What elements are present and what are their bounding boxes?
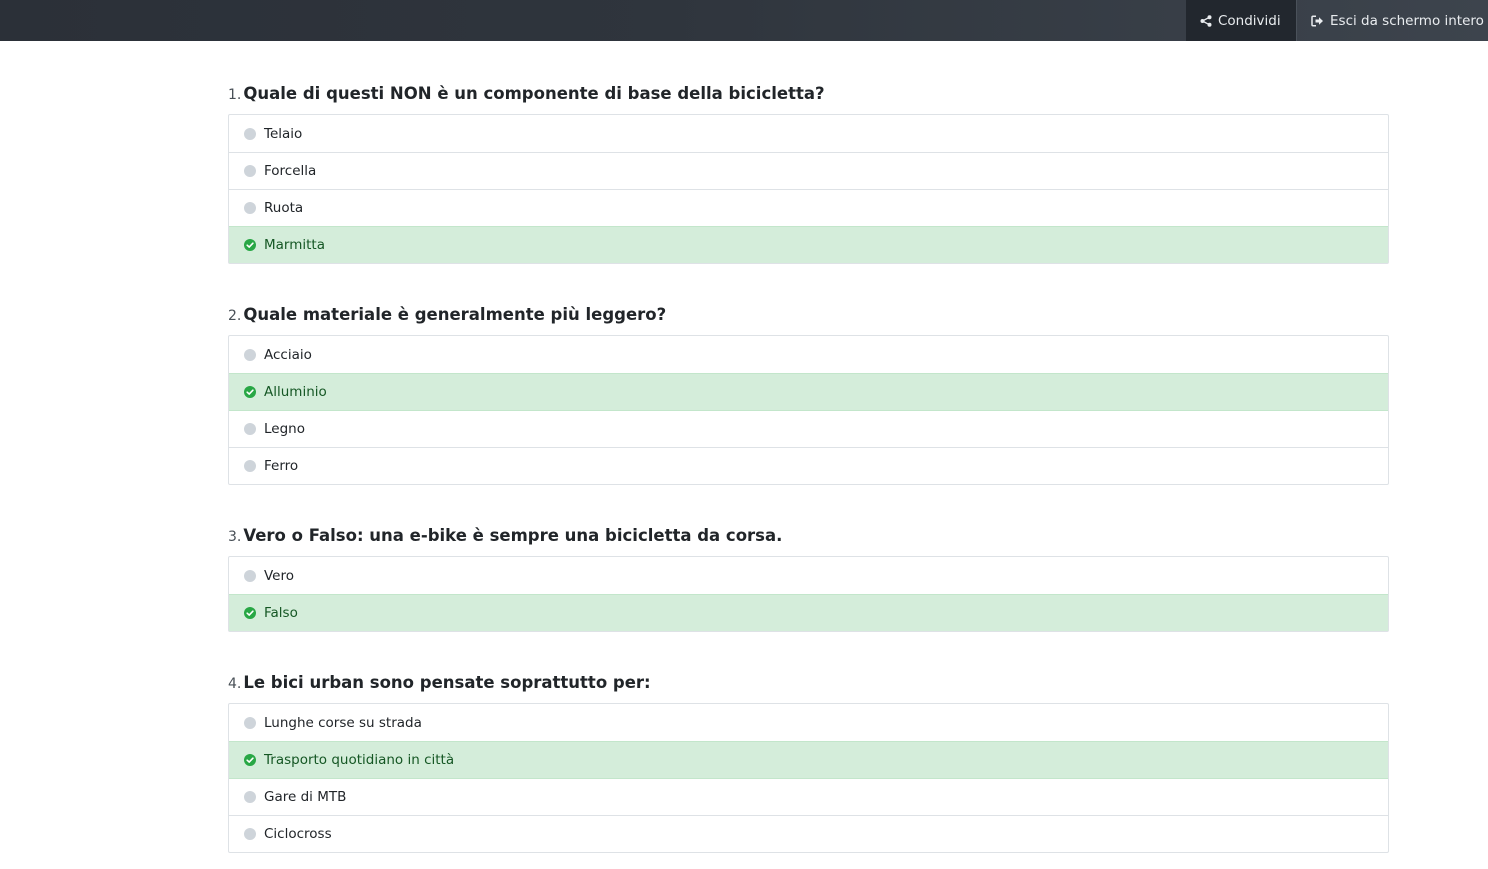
answer-list: Lunghe corse su strada Trasporto quotidia… [228, 703, 1389, 853]
answer-option-correct[interactable]: Marmitta [229, 226, 1388, 263]
radio-circle-icon [244, 791, 256, 803]
check-circle-icon [244, 607, 256, 619]
answer-label: Trasporto quotidiano in città [264, 752, 455, 768]
radio-circle-icon [244, 165, 256, 177]
answer-label: Telaio [264, 125, 303, 142]
answer-option[interactable]: Gare di MTB [229, 778, 1388, 815]
answer-label: Acciaio [264, 346, 312, 363]
answer-list: Acciaio Alluminio Legno Ferro [228, 335, 1389, 485]
question-title: 1. Quale di questi NON è un componente di… [228, 82, 1389, 106]
answer-label: Marmitta [264, 237, 325, 253]
answer-option-correct[interactable]: Alluminio [229, 373, 1388, 410]
answer-label: Gare di MTB [264, 789, 347, 805]
answer-option[interactable]: Legno [229, 410, 1388, 447]
answer-label: Legno [264, 421, 305, 437]
answer-option[interactable]: Forcella [229, 152, 1388, 189]
answer-option[interactable]: Vero [229, 557, 1388, 594]
sign-out-icon [1311, 14, 1323, 27]
answer-list: Telaio Forcella Ruota Marmitta [228, 114, 1389, 264]
answer-option-correct[interactable]: Trasporto quotidiano in città [229, 741, 1388, 778]
question-1: 1. Quale di questi NON è un componente di… [228, 82, 1389, 264]
check-circle-icon [244, 386, 256, 398]
top-bar-actions: Condividi Esci da schermo intero [1186, 0, 1488, 41]
answer-option[interactable]: Telaio [229, 115, 1388, 152]
exit-fullscreen-button[interactable]: Esci da schermo intero [1296, 0, 1488, 41]
radio-circle-icon [244, 828, 256, 840]
top-bar: Condividi Esci da schermo intero [0, 0, 1488, 41]
answer-list: Vero Falso [228, 556, 1389, 632]
radio-circle-icon [244, 127, 256, 140]
question-number: 2. [228, 308, 242, 324]
question-title: 3. Vero o Falso: una e-bike è sempre una … [228, 524, 1389, 548]
answer-label: Ruota [264, 200, 304, 216]
question-2: 2. Quale materiale è generalmente più leg… [228, 303, 1389, 485]
answer-label: Falso [264, 605, 298, 621]
radio-circle-icon [244, 202, 256, 214]
radio-circle-icon [244, 348, 256, 361]
radio-circle-icon [244, 569, 256, 582]
question-text: Le bici urban sono pensate soprattutto p… [243, 673, 651, 692]
question-text: Quale di questi NON è un componente di b… [243, 84, 825, 103]
question-4: 4. Le bici urban sono pensate soprattutto… [228, 671, 1389, 853]
question-number: 1. [228, 87, 242, 103]
answer-label: Lunghe corse su strada [264, 714, 422, 731]
share-button-label: Condividi [1218, 12, 1281, 29]
radio-circle-icon [244, 423, 256, 435]
answer-option[interactable]: Ciclocross [229, 815, 1388, 852]
question-number: 3. [228, 529, 242, 545]
answer-option[interactable]: Ruota [229, 189, 1388, 226]
answer-option-correct[interactable]: Falso [229, 594, 1388, 631]
question-number: 4. [228, 676, 242, 692]
answer-label: Vero [264, 567, 295, 584]
radio-circle-icon [244, 460, 256, 472]
radio-circle-icon [244, 716, 256, 729]
answer-option[interactable]: Ferro [229, 447, 1388, 484]
question-text: Vero o Falso: una e-bike è sempre una bi… [243, 526, 783, 545]
answer-label: Alluminio [264, 384, 327, 400]
check-circle-icon [244, 754, 256, 766]
check-circle-icon [244, 239, 256, 251]
answer-option[interactable]: Acciaio [229, 336, 1388, 373]
question-3: 3. Vero o Falso: una e-bike è sempre una … [228, 524, 1389, 632]
answer-option[interactable]: Lunghe corse su strada [229, 704, 1388, 741]
exit-fullscreen-label: Esci da schermo intero [1330, 12, 1484, 29]
question-title: 4. Le bici urban sono pensate soprattutto… [228, 671, 1389, 695]
answer-label: Forcella [264, 163, 317, 179]
question-text: Quale materiale è generalmente più legge… [243, 305, 667, 324]
question-title: 2. Quale materiale è generalmente più leg… [228, 303, 1389, 327]
share-button[interactable]: Condividi [1186, 0, 1296, 41]
share-icon [1200, 14, 1212, 27]
answer-label: Ferro [264, 458, 299, 474]
answer-label: Ciclocross [264, 826, 332, 842]
